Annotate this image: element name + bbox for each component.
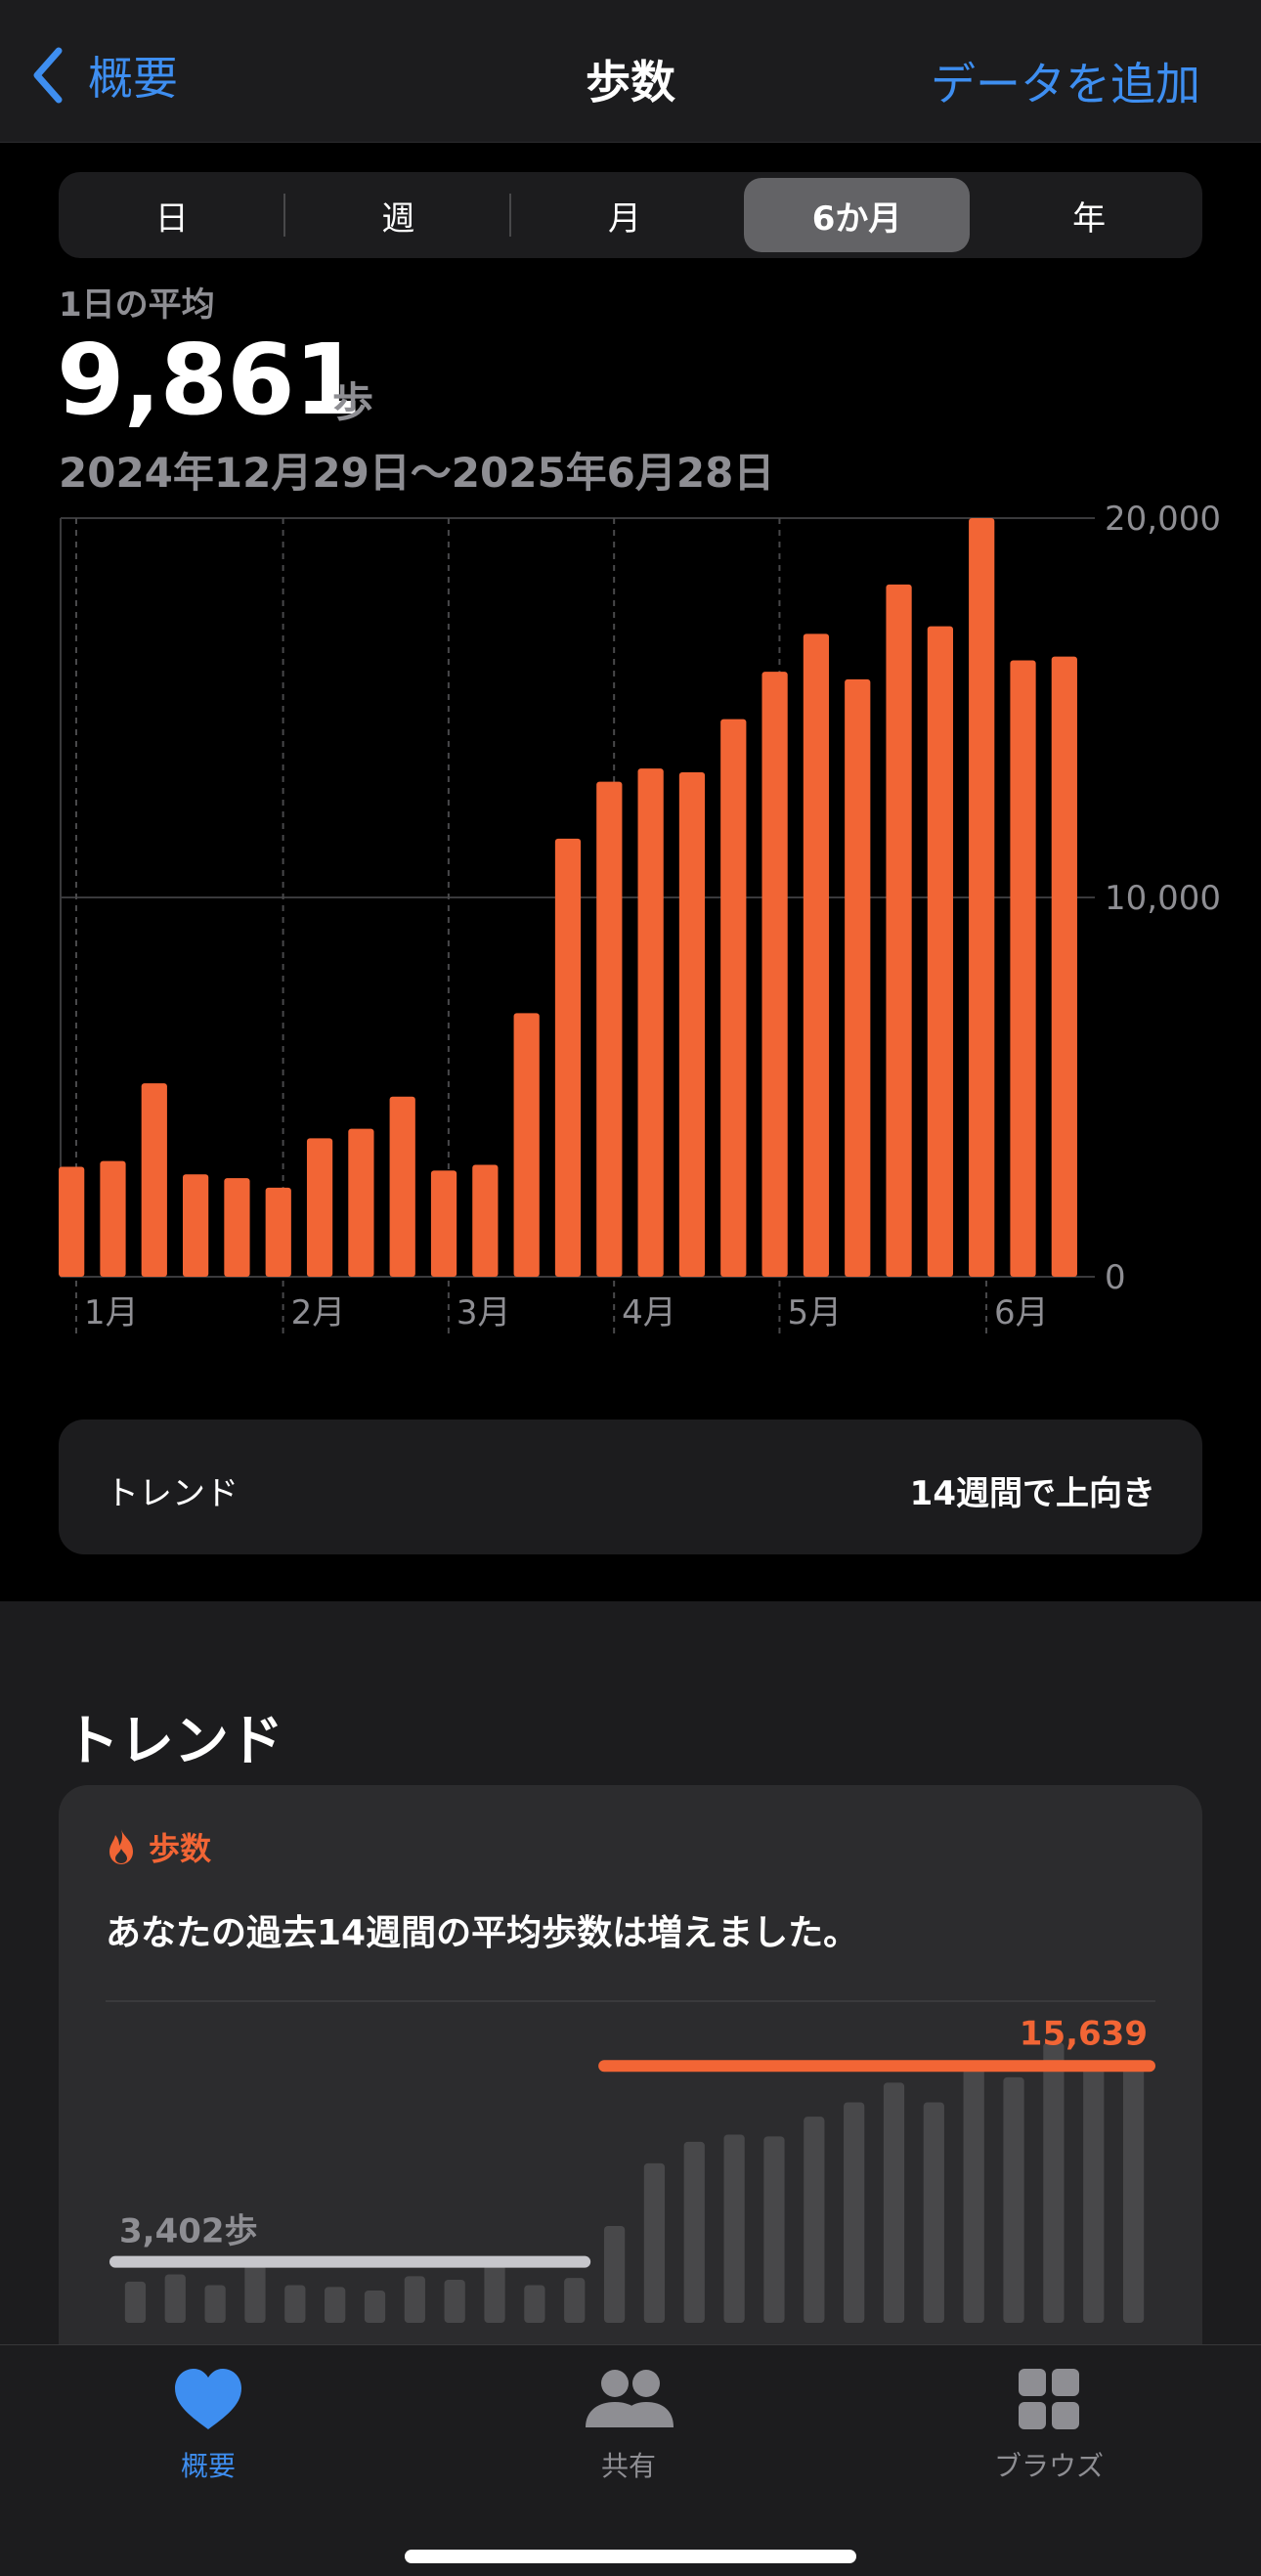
new-average-label: 15,639 xyxy=(1020,2014,1148,2053)
trend-bar xyxy=(284,2285,306,2323)
segment-year[interactable]: 年 xyxy=(976,172,1202,258)
y-axis-label: 0 xyxy=(1105,1258,1126,1297)
bar xyxy=(100,1160,126,1277)
bar xyxy=(969,518,995,1277)
trend-bar xyxy=(763,2136,785,2323)
heart-icon xyxy=(175,2369,241,2429)
trend-bar xyxy=(723,2134,745,2323)
trend-bar xyxy=(325,2287,346,2323)
steps-chart-svg: 0 10,000 20,000 1月 2月 3月 4月 5月 6月 xyxy=(59,500,1221,1335)
trend-row-label: トレンド xyxy=(106,1474,239,1513)
daily-average-unit: 歩 xyxy=(332,378,374,426)
trend-row[interactable]: トレンド 14週間で上向き xyxy=(59,1419,1202,1554)
navigation-bar: 概要 歩数 データを追加 xyxy=(0,0,1261,143)
tab-summary-label: 概要 xyxy=(180,2450,236,2482)
trend-bar xyxy=(484,2258,505,2323)
bar xyxy=(886,584,912,1277)
bar xyxy=(472,1164,499,1277)
tab-browse-label: ブラウズ xyxy=(993,2450,1104,2482)
x-axis-label: 1月 xyxy=(84,1293,139,1332)
bar xyxy=(430,1170,457,1277)
trend-bar xyxy=(844,2102,865,2323)
chevron-left-icon xyxy=(33,47,63,104)
bar xyxy=(720,719,747,1277)
steps-bar-chart[interactable]: 0 10,000 20,000 1月 2月 3月 4月 5月 6月 xyxy=(0,489,1261,1369)
card-category-label: 歩数 xyxy=(149,1830,212,1867)
bar xyxy=(1010,660,1036,1277)
back-button-label: 概要 xyxy=(88,52,178,105)
bar xyxy=(927,626,953,1277)
bar xyxy=(59,1166,85,1277)
trend-bar xyxy=(643,2162,666,2323)
bar xyxy=(678,771,706,1277)
home-indicator xyxy=(405,2550,856,2563)
bar xyxy=(803,633,830,1277)
bar xyxy=(183,1174,209,1277)
bar xyxy=(761,672,788,1277)
bar xyxy=(1051,656,1077,1277)
bar xyxy=(596,781,623,1277)
trend-bar xyxy=(1043,2042,1065,2323)
trend-bar xyxy=(683,2141,705,2323)
card-divider xyxy=(106,2000,1155,2002)
y-axis-label: 10,000 xyxy=(1105,879,1221,918)
segment-6-months[interactable]: 6か月 xyxy=(743,178,971,252)
add-data-button[interactable]: データを追加 xyxy=(931,49,1200,113)
daily-average-label: 1日の平均 xyxy=(59,285,215,325)
people-icon xyxy=(586,2370,674,2427)
time-range-segmented-control: 日 週 月 6か月 年 xyxy=(59,172,1202,258)
trend-bar xyxy=(1003,2076,1024,2323)
tab-bar: 概要 共有 ブラウズ xyxy=(0,2344,1261,2576)
trend-bar xyxy=(1083,2066,1105,2323)
x-axis-label: 5月 xyxy=(787,1293,842,1332)
flame-icon xyxy=(109,1829,133,1864)
bar xyxy=(637,768,664,1277)
segment-month[interactable]: 月 xyxy=(511,172,738,258)
trend-bar xyxy=(364,2291,386,2323)
x-axis-label: 3月 xyxy=(457,1293,511,1332)
trend-bar xyxy=(124,2281,147,2323)
trends-section-title: トレンド xyxy=(65,1710,283,1773)
trend-row-value: 14週間で上向き xyxy=(909,1474,1155,1513)
y-axis-label: 20,000 xyxy=(1105,500,1221,539)
daily-average-value: 9,861 xyxy=(57,323,362,437)
trend-bar xyxy=(883,2082,905,2323)
card-description: あなたの過去14週間の平均歩数は増えました。 xyxy=(106,1913,859,1953)
trend-bar xyxy=(1122,2061,1145,2323)
x-axis-label: 2月 xyxy=(291,1293,346,1332)
grid-icon xyxy=(1019,2369,1079,2429)
tab-sharing-label: 共有 xyxy=(600,2450,656,2482)
bar xyxy=(265,1187,291,1277)
trend-bar xyxy=(963,2063,984,2323)
trend-bar xyxy=(444,2280,465,2323)
bar xyxy=(513,1013,540,1277)
bar xyxy=(224,1178,250,1277)
x-axis-label: 4月 xyxy=(622,1293,676,1332)
trend-bar xyxy=(923,2102,944,2323)
old-average-label: 3,402歩 xyxy=(119,2212,258,2251)
trend-bar xyxy=(804,2117,825,2323)
bar xyxy=(845,678,871,1277)
segment-week[interactable]: 週 xyxy=(285,172,512,258)
x-axis-label: 6月 xyxy=(994,1293,1049,1332)
bar xyxy=(554,838,582,1277)
tab-summary[interactable]: 概要 xyxy=(101,2367,316,2484)
bar xyxy=(348,1128,374,1277)
trend-bar xyxy=(244,2261,266,2323)
segment-day[interactable]: 日 xyxy=(59,172,285,258)
card-category: 歩数 xyxy=(106,1824,211,1869)
trend-bar xyxy=(603,2226,626,2323)
bar xyxy=(389,1096,415,1277)
trend-bar xyxy=(164,2274,186,2323)
trend-bar xyxy=(564,2278,586,2323)
back-button[interactable]: 概要 xyxy=(31,43,178,108)
bar xyxy=(141,1083,167,1277)
tab-browse[interactable]: ブラウズ xyxy=(941,2367,1156,2484)
trend-bar xyxy=(404,2276,425,2323)
bar xyxy=(306,1138,333,1277)
trend-bar xyxy=(524,2285,545,2323)
tab-sharing[interactable]: 共有 xyxy=(521,2367,736,2484)
trend-bar xyxy=(204,2285,226,2323)
